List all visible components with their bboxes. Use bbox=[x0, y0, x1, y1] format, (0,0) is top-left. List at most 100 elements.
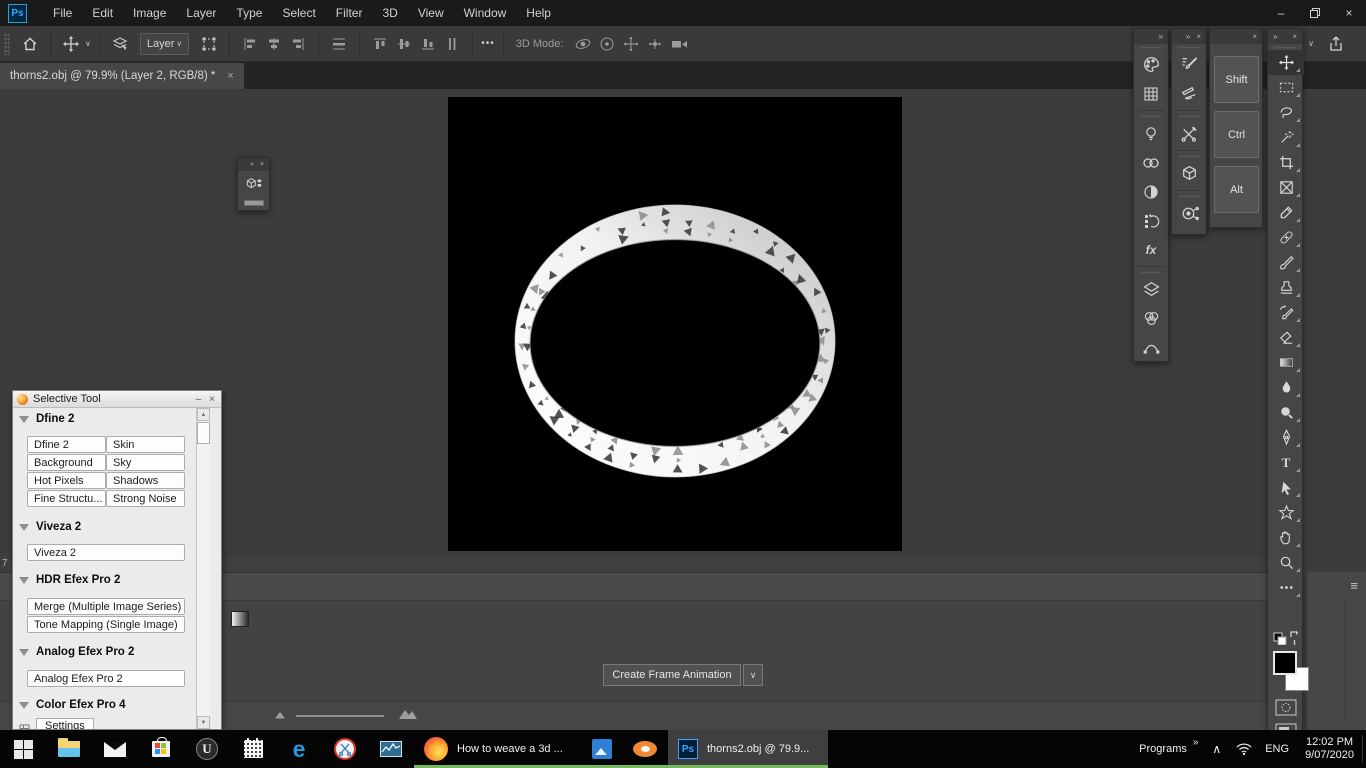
section-header-viveza[interactable]: Viveza 2 bbox=[19, 521, 81, 533]
foreground-color-swatch[interactable] bbox=[1273, 651, 1297, 675]
move-tool[interactable] bbox=[1268, 50, 1304, 75]
quick-mask-button[interactable] bbox=[1275, 699, 1297, 716]
eyedropper-tool[interactable] bbox=[1268, 200, 1304, 225]
filter-button-fine-structure[interactable]: Fine Structu... bbox=[27, 490, 106, 507]
color-table-panel-icon[interactable] bbox=[1134, 79, 1168, 108]
brushes-panel-icon[interactable] bbox=[1172, 79, 1206, 108]
edge-icon[interactable]: e bbox=[276, 730, 322, 768]
ctrl-key-button[interactable]: Ctrl bbox=[1214, 111, 1259, 158]
panel-close-icon[interactable]: × bbox=[209, 394, 215, 405]
menu-select[interactable]: Select bbox=[272, 0, 325, 26]
close-panel-icon[interactable]: × bbox=[260, 161, 264, 168]
scrollbar-thumb[interactable] bbox=[197, 422, 210, 444]
timeline-zoom-out-icon[interactable] bbox=[274, 710, 286, 719]
shift-key-button[interactable]: Shift bbox=[1214, 56, 1259, 103]
type-tool[interactable]: T bbox=[1268, 450, 1304, 475]
align-top-icon[interactable] bbox=[368, 32, 392, 56]
create-frame-animation-button[interactable]: Create Frame Animation bbox=[603, 664, 741, 686]
document-tab[interactable]: thorns2.obj @ 79.9% (Layer 2, RGB/8) * × bbox=[0, 63, 244, 89]
thorns-ring-3d-object[interactable] bbox=[448, 97, 902, 551]
brush-tool[interactable] bbox=[1268, 250, 1304, 275]
edit-toolbar-icon[interactable] bbox=[1268, 575, 1304, 600]
3d-panel-icon[interactable] bbox=[1172, 159, 1206, 188]
path-selection-tool[interactable] bbox=[1268, 475, 1304, 500]
section-header-color-efex[interactable]: Color Efex Pro 4 bbox=[19, 699, 125, 711]
zoom-tool[interactable] bbox=[1268, 550, 1304, 575]
unreal-engine-icon[interactable]: U bbox=[184, 730, 230, 768]
styles-panel-icon[interactable]: fx bbox=[1134, 235, 1168, 264]
crop-tool[interactable] bbox=[1268, 150, 1304, 175]
menu-type[interactable]: Type bbox=[226, 0, 272, 26]
align-center-icon[interactable] bbox=[262, 32, 286, 56]
learn-panel-icon[interactable] bbox=[1134, 119, 1168, 148]
tool-utilities-panel-icon[interactable] bbox=[1172, 119, 1206, 148]
filter-button-dfine2[interactable]: Dfine 2 bbox=[27, 436, 106, 453]
timeline-zoom-in-icon[interactable] bbox=[398, 706, 418, 720]
show-hidden-icons[interactable]: ∧ bbox=[1212, 742, 1221, 756]
share-icon[interactable] bbox=[1324, 32, 1348, 56]
menu-window[interactable]: Window bbox=[454, 0, 517, 26]
toolbar-expand-icon[interactable]: » bbox=[1193, 737, 1199, 748]
transform-controls-icon[interactable] bbox=[197, 32, 221, 56]
gradient-tool[interactable] bbox=[1268, 350, 1304, 375]
default-swap-colors-icon[interactable] bbox=[1272, 627, 1300, 645]
taskbar-window-photoshop[interactable]: Ps thorns2.obj @ 79.9... bbox=[668, 730, 828, 768]
snipping-tool-icon[interactable] bbox=[322, 730, 368, 768]
align-left-icon[interactable] bbox=[238, 32, 262, 56]
section-header-analog-efex[interactable]: Analog Efex Pro 2 bbox=[19, 646, 134, 658]
mini-3d-icon[interactable] bbox=[238, 171, 269, 197]
workspace-chevron[interactable]: ∨ bbox=[1308, 39, 1314, 48]
filter-button-viveza2[interactable]: Viveza 2 bbox=[27, 544, 185, 561]
scroll-down-icon[interactable]: ▼ bbox=[197, 716, 210, 729]
close-panel-icon[interactable]: × bbox=[1252, 32, 1257, 41]
auto-select-icon[interactable] bbox=[108, 32, 132, 56]
3d-pan-icon[interactable] bbox=[619, 32, 643, 56]
blur-tool[interactable] bbox=[1268, 375, 1304, 400]
selective-tool-titlebar[interactable]: Selective Tool – × bbox=[13, 391, 221, 408]
tab-close-icon[interactable]: × bbox=[227, 70, 233, 82]
filter-button-strong-noise[interactable]: Strong Noise bbox=[106, 490, 185, 507]
timeline-gradient-icon[interactable] bbox=[231, 611, 249, 627]
language-indicator[interactable]: ENG bbox=[1265, 743, 1289, 755]
settings-row-partial[interactable]: Settings bbox=[19, 718, 94, 729]
marquee-tool[interactable] bbox=[1268, 75, 1304, 100]
panel-menu-icon[interactable]: ≡ bbox=[1350, 578, 1358, 593]
taskbar-clock[interactable]: 12:02 PM 9/07/2020 bbox=[1305, 736, 1354, 762]
programs-toolbar[interactable]: Programs bbox=[1139, 743, 1187, 755]
start-button[interactable] bbox=[0, 730, 46, 768]
show-desktop-divider[interactable] bbox=[1362, 735, 1363, 763]
distribute-vertical-icon[interactable] bbox=[440, 32, 464, 56]
hand-tool[interactable] bbox=[1268, 525, 1304, 550]
move-tool-option-icon[interactable] bbox=[59, 32, 83, 56]
paths-panel-icon[interactable] bbox=[1134, 333, 1168, 362]
3d-slide-icon[interactable] bbox=[643, 32, 667, 56]
frame-tool[interactable] bbox=[1268, 175, 1304, 200]
clone-stamp-tool[interactable] bbox=[1268, 275, 1304, 300]
brush-settings-panel-icon[interactable] bbox=[1172, 50, 1206, 79]
task-manager-icon[interactable] bbox=[368, 730, 414, 768]
filter-button-shadows[interactable]: Shadows bbox=[106, 472, 185, 489]
timeline-zoom-slider[interactable] bbox=[296, 715, 384, 717]
3d-camera-icon[interactable] bbox=[667, 32, 691, 56]
filter-button-skin[interactable]: Skin bbox=[106, 436, 185, 453]
document-canvas[interactable] bbox=[448, 97, 902, 551]
close-button[interactable]: × bbox=[1332, 0, 1366, 26]
layers-panel-icon[interactable] bbox=[1134, 275, 1168, 304]
mini-panel-dropdown[interactable] bbox=[243, 200, 264, 206]
mail-icon[interactable] bbox=[92, 730, 138, 768]
microsoft-store-icon[interactable] bbox=[138, 730, 184, 768]
menu-file[interactable]: File bbox=[43, 0, 82, 26]
move-option-chevron[interactable]: ∨ bbox=[85, 39, 91, 48]
shape-tool[interactable] bbox=[1268, 500, 1304, 525]
filter-button-merge[interactable]: Merge (Multiple Image Series) bbox=[27, 598, 185, 615]
scroll-up-icon[interactable]: ▲ bbox=[197, 408, 210, 421]
taskbar-window-firefox[interactable]: How to weave a 3d ... bbox=[414, 730, 582, 768]
photos-app-icon[interactable] bbox=[582, 730, 622, 768]
blender-icon[interactable] bbox=[622, 730, 668, 768]
filter-button-background[interactable]: Background bbox=[27, 454, 106, 471]
create-frame-animation-dropdown[interactable]: ∨ bbox=[743, 664, 763, 686]
3d-orbit-icon[interactable] bbox=[571, 32, 595, 56]
menu-filter[interactable]: Filter bbox=[326, 0, 373, 26]
menu-view[interactable]: View bbox=[408, 0, 454, 26]
file-explorer-icon[interactable] bbox=[46, 730, 92, 768]
